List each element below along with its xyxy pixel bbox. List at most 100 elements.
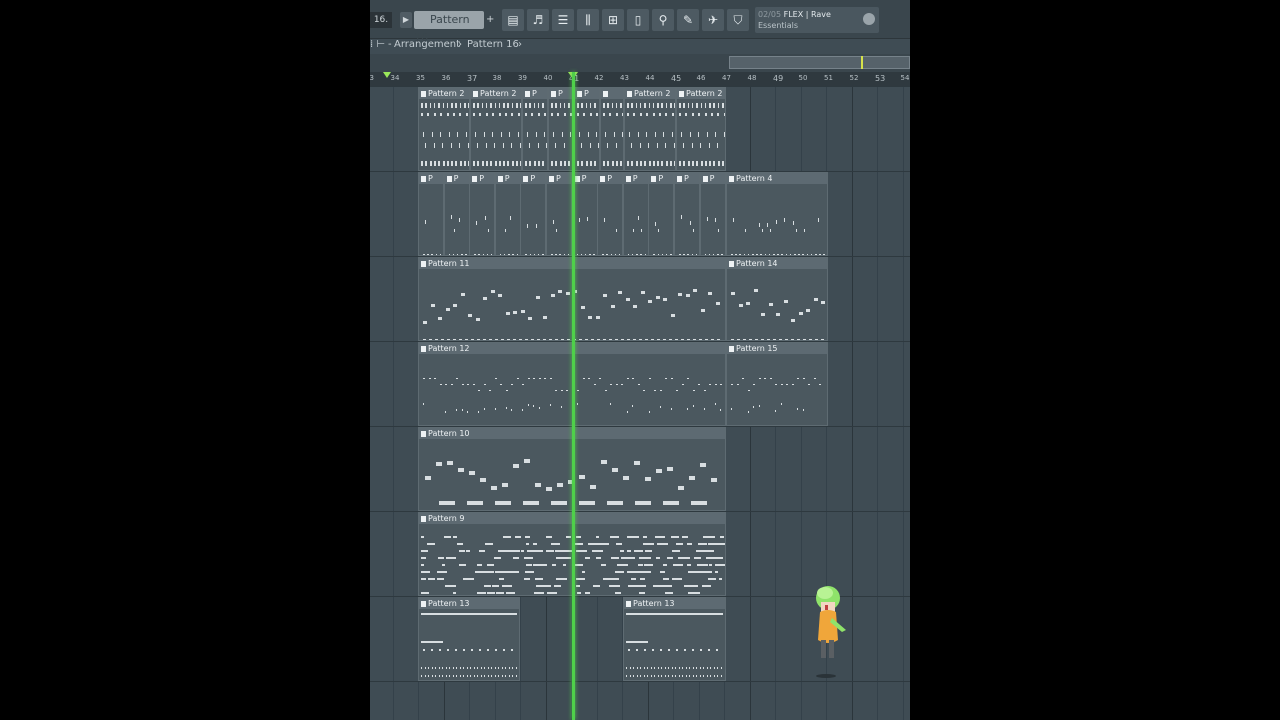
- pattern-clip[interactable]: P: [574, 87, 600, 171]
- note: [507, 161, 510, 166]
- pattern-clip[interactable]: P: [571, 172, 598, 256]
- note: [687, 339, 690, 340]
- clip-notes: [624, 609, 725, 680]
- pattern-clip[interactable]: P: [597, 172, 624, 256]
- news-panel[interactable]: 02/05 FLEX | Rave Essentials: [755, 7, 879, 33]
- mixer-icon[interactable]: ⫼: [577, 9, 599, 31]
- note: [452, 675, 454, 677]
- note: [731, 254, 733, 255]
- note: [739, 254, 741, 255]
- tempo-tapper-icon[interactable]: ✎: [677, 9, 699, 31]
- clip-notes: [575, 99, 599, 170]
- note: [585, 161, 588, 166]
- pattern-clip[interactable]: P: [546, 172, 572, 256]
- pattern-clip[interactable]: P: [548, 87, 574, 171]
- globe-icon[interactable]: [863, 13, 875, 25]
- note: [681, 214, 682, 219]
- note: [589, 161, 592, 166]
- loop-start-marker[interactable]: [383, 72, 391, 78]
- note: [713, 161, 716, 166]
- note: [547, 592, 558, 594]
- breadcrumb-pattern[interactable]: Pattern 16: [467, 38, 519, 52]
- pattern-clip[interactable]: Pattern 13: [623, 597, 726, 681]
- ruler-tick: 48: [747, 74, 757, 82]
- pattern-selector[interactable]: Pattern 16: [414, 11, 484, 44]
- note: [806, 309, 810, 313]
- note: [683, 103, 685, 108]
- note: [511, 409, 512, 412]
- browser-icon[interactable]: ▯: [627, 9, 649, 31]
- note: [494, 161, 497, 166]
- note: [525, 543, 530, 545]
- breadcrumb-arrangement[interactable]: Arrangement: [394, 38, 460, 52]
- play-arrow-icon[interactable]: ▶: [400, 12, 412, 28]
- playlist-overview[interactable]: [370, 54, 910, 72]
- note: [511, 113, 514, 116]
- plugin-picker-icon[interactable]: ⊞: [602, 9, 624, 31]
- pattern-clip[interactable]: P: [443, 172, 470, 256]
- note: [650, 675, 652, 677]
- note: [783, 299, 788, 303]
- pattern-clip[interactable]: Pattern 15: [726, 342, 828, 426]
- plugin-icon[interactable]: ⚲: [652, 9, 674, 31]
- timeline-ruler[interactable]: 3334353637383940414243444546474849505152…: [370, 72, 910, 87]
- note: [711, 339, 714, 340]
- note: [650, 667, 652, 669]
- pattern-clip[interactable]: P: [674, 172, 700, 256]
- note: [423, 320, 427, 324]
- pattern-clip[interactable]: P: [469, 172, 496, 256]
- pattern-clip[interactable]: Pattern 2: [470, 87, 522, 171]
- pattern-clip[interactable]: Pattern 2: [676, 87, 726, 171]
- note: [435, 254, 438, 255]
- note: [661, 103, 663, 108]
- pattern-clip[interactable]: Pattern 14: [726, 257, 828, 341]
- pattern-clip[interactable]: P: [494, 172, 521, 256]
- note: [692, 649, 694, 651]
- note: [498, 293, 502, 297]
- note: [691, 501, 707, 505]
- pattern-clip[interactable]: Pattern 4: [726, 172, 828, 256]
- note: [428, 675, 429, 677]
- pattern-clip[interactable]: P: [520, 172, 547, 256]
- note: [652, 113, 655, 116]
- note: [646, 132, 647, 137]
- note: [485, 103, 488, 108]
- window-icon[interactable]: ⁞ ⊢: [370, 38, 385, 52]
- note: [523, 557, 534, 559]
- pattern-clip[interactable]: [600, 87, 624, 171]
- overview-window[interactable]: [729, 56, 910, 69]
- pattern-clip[interactable]: P: [699, 172, 726, 256]
- note: [463, 675, 464, 677]
- clip-notes: [624, 184, 648, 255]
- note: [627, 550, 632, 552]
- note: [473, 161, 475, 166]
- note: [498, 675, 499, 677]
- note: [580, 306, 585, 310]
- add-pattern-button[interactable]: +: [486, 11, 496, 29]
- ruler-tick: 43: [620, 74, 629, 82]
- note: [421, 571, 431, 573]
- note: [691, 143, 693, 148]
- note: [485, 161, 488, 166]
- macro-icon[interactable]: ✈: [702, 9, 724, 31]
- pattern-clip[interactable]: P: [418, 172, 444, 256]
- pattern-clip[interactable]: P: [522, 87, 548, 171]
- note: [779, 339, 782, 340]
- piano-roll-icon[interactable]: ♬: [527, 9, 549, 31]
- pattern-clip[interactable]: P: [622, 172, 649, 256]
- note: [775, 410, 776, 413]
- pattern-clip[interactable]: Pattern 2: [418, 87, 470, 171]
- ruler-tick: 39: [518, 74, 527, 82]
- note: [691, 161, 694, 166]
- pattern-clip[interactable]: P: [648, 172, 675, 256]
- tempo-field[interactable]: 16.: [370, 12, 392, 28]
- shop-icon[interactable]: ⛉: [727, 9, 749, 31]
- channel-rack-icon[interactable]: ☰: [552, 9, 574, 31]
- note: [773, 339, 776, 340]
- playlist-icon[interactable]: ▤: [502, 9, 524, 31]
- pattern-clip[interactable]: Pattern 13: [418, 597, 520, 681]
- pattern-clip[interactable]: Pattern 2: [624, 87, 676, 171]
- note: [717, 667, 718, 669]
- note: [524, 459, 530, 464]
- clip-notes: [727, 184, 827, 255]
